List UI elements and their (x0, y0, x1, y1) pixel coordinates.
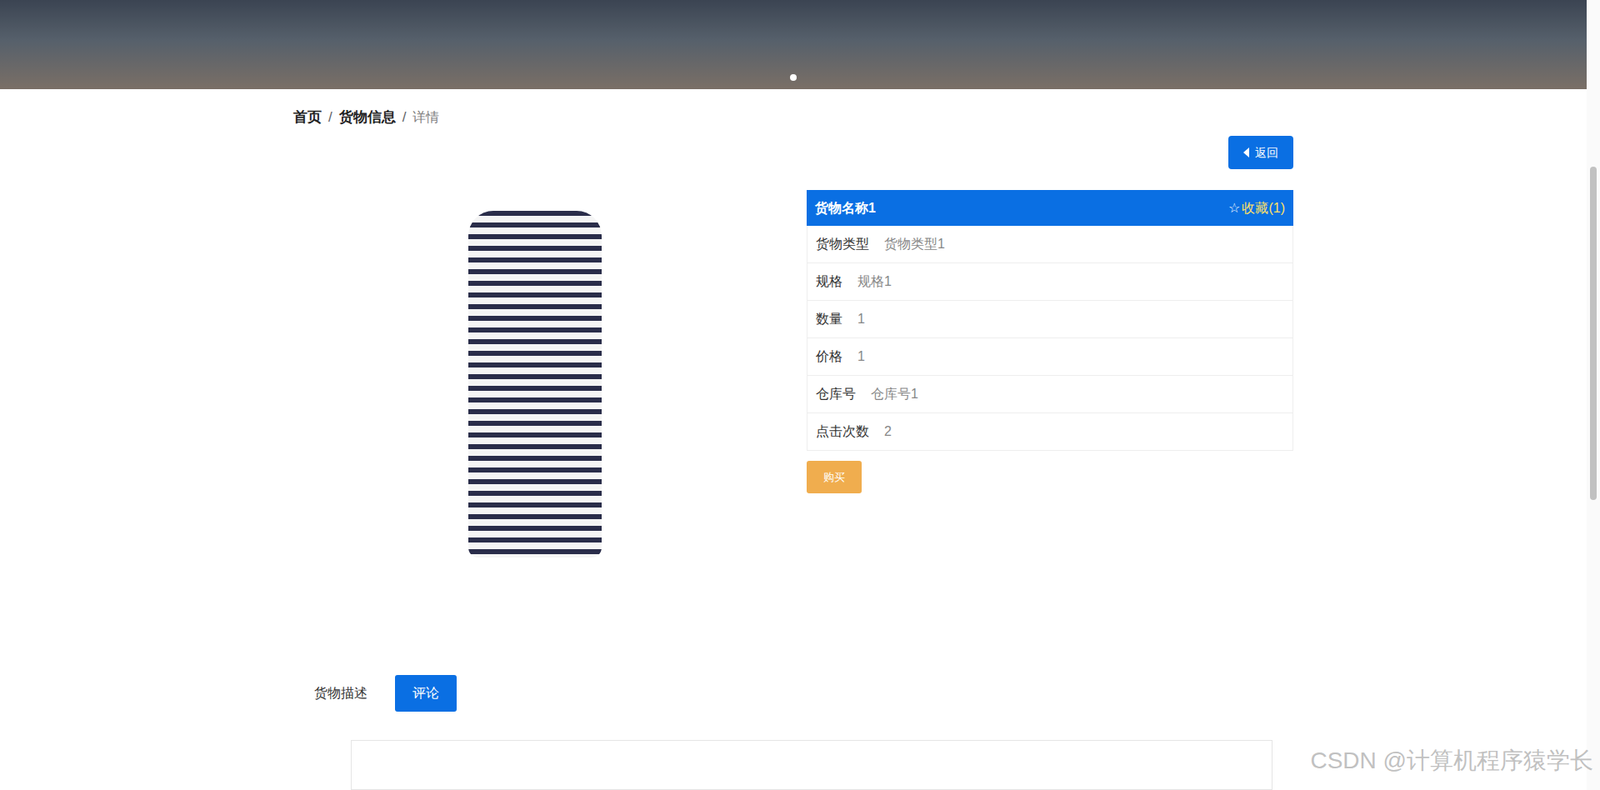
info-row: 货物类型货物类型1 (806, 225, 1294, 264)
main: 首页/货物信息/详情返回货物名称1☆收藏(1)货物类型货物类型1规格规格1数量1… (0, 0, 1587, 790)
buy-button[interactable]: 购买 (806, 460, 862, 494)
info-row: 价格 1 (806, 338, 1294, 376)
info-label: 货物类型 (815, 234, 870, 255)
tab[interactable]: 货物描述 (296, 675, 385, 712)
info-row: 点击次数 2 (806, 413, 1294, 451)
star-icon: ☆ (1228, 198, 1240, 219)
dress-photo (468, 210, 602, 558)
product-image (293, 190, 777, 579)
breadcrumb-separator: / (402, 107, 407, 128)
info-value: 规格1 (857, 271, 892, 292)
watermark: CSDN @计算机程序猿学长 (1310, 743, 1594, 779)
info-row: 规格规格1 (806, 263, 1294, 301)
favorite-button[interactable]: ☆收藏(1) (1228, 198, 1285, 219)
breadcrumb-item[interactable]: 货物信息 (339, 107, 396, 128)
caret-left-icon (1243, 147, 1250, 158)
info-value: 货物类型1 (884, 234, 945, 255)
tab[interactable]: 评论 (395, 675, 457, 712)
product-header: 货物名称1 ☆收藏(1) (806, 190, 1294, 226)
page: 首页/货物信息/详情返回货物名称1☆收藏(1)货物类型货物类型1规格规格1数量1… (0, 0, 1600, 790)
tab-panel (350, 740, 1273, 790)
info-label: 规格 (815, 271, 843, 292)
info-row: 仓库号仓库号1 (806, 375, 1294, 414)
info-value: 2 (884, 421, 892, 442)
info-label: 价格 (815, 346, 843, 367)
banner (0, 0, 1587, 90)
info-label: 点击次数 (815, 421, 870, 442)
tabs: 货物描述评论 (296, 675, 1294, 712)
info-label: 数量 (815, 309, 843, 330)
product-info: 货物名称1☆收藏(1)货物类型货物类型1规格规格1数量1价格1仓库号仓库号1点击… (806, 190, 1294, 579)
product-name: 货物名称1 (815, 198, 876, 219)
breadcrumb-item: 详情 (412, 107, 440, 128)
scrollbar[interactable] (1586, 0, 1600, 790)
info-value: 1 (857, 309, 865, 330)
breadcrumb: 首页/货物信息/详情 (293, 89, 1294, 128)
breadcrumb-separator: / (328, 107, 333, 128)
carousel-dots (0, 74, 1587, 81)
info-value: 1 (857, 346, 865, 367)
product-section: 货物名称1☆收藏(1)货物类型货物类型1规格规格1数量1价格1仓库号仓库号1点击… (293, 190, 1294, 579)
scrollbar-thumb[interactable] (1590, 166, 1597, 500)
info-label: 仓库号 (815, 384, 856, 405)
carousel-dot[interactable] (790, 74, 797, 81)
content: 首页/货物信息/详情返回货物名称1☆收藏(1)货物类型货物类型1规格规格1数量1… (293, 89, 1294, 790)
toolbar: 返回 (293, 135, 1294, 170)
info-row: 数量 1 (806, 300, 1294, 339)
breadcrumb-item[interactable]: 首页 (293, 107, 322, 128)
back-button[interactable]: 返回 (1228, 135, 1294, 170)
info-value: 仓库号1 (870, 384, 919, 405)
